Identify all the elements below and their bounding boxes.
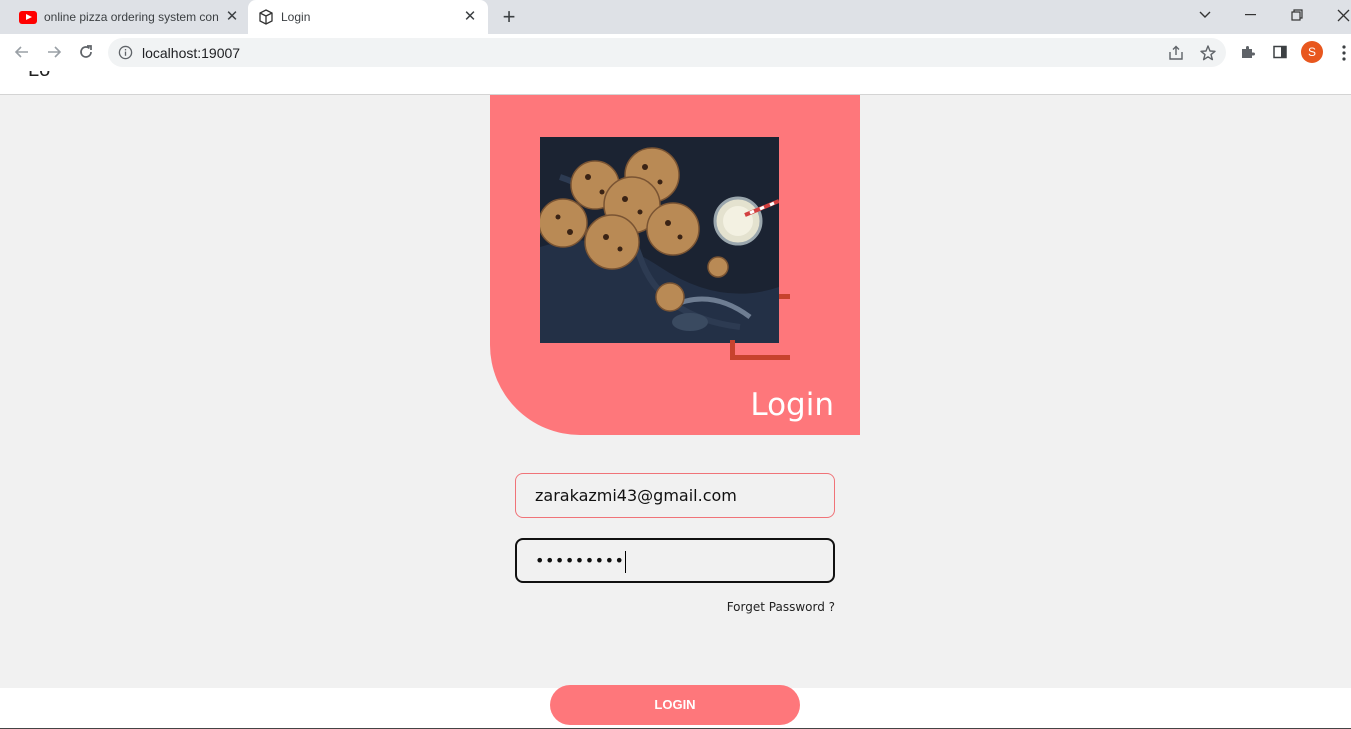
- puzzle-icon: [1242, 46, 1255, 58]
- cookies-photo: [540, 137, 779, 343]
- close-tab-icon[interactable]: ✕: [461, 8, 479, 26]
- tab-youtube[interactable]: online pizza ordering system con ✕: [8, 0, 246, 34]
- share-icon[interactable]: [1167, 44, 1185, 62]
- minimize-button[interactable]: [1237, 3, 1265, 27]
- extensions-button[interactable]: [1238, 42, 1258, 62]
- tab-title: online pizza ordering system con: [44, 10, 219, 24]
- email-field[interactable]: zarakazmi43@gmail.com: [515, 473, 835, 518]
- restore-icon: [1291, 9, 1303, 21]
- star-icon[interactable]: [1199, 44, 1217, 62]
- browser-tab-strip: online pizza ordering system con ✕ Login…: [0, 0, 1351, 34]
- text-caret: [625, 550, 627, 573]
- new-tab-button[interactable]: +: [498, 5, 520, 29]
- forward-button[interactable]: [42, 40, 66, 64]
- login-button[interactable]: LOGIN: [550, 685, 800, 725]
- tab-login[interactable]: Login ✕: [248, 0, 488, 34]
- close-tab-icon[interactable]: ✕: [223, 8, 241, 26]
- login-hero-card: Login: [490, 95, 860, 435]
- cube-icon: [259, 9, 273, 25]
- email-value: zarakazmi43@gmail.com: [535, 486, 737, 505]
- password-value: •••••••••: [535, 551, 625, 570]
- page-header-text: Lo: [28, 71, 50, 82]
- reload-button[interactable]: [74, 40, 98, 64]
- decorative-bracket: [730, 355, 790, 360]
- url-text: localhost:19007: [142, 45, 241, 61]
- youtube-icon: [19, 10, 37, 24]
- tab-search-button[interactable]: [1191, 3, 1219, 27]
- tab-title: Login: [281, 10, 311, 24]
- decorative-bracket: [779, 294, 790, 299]
- restore-button[interactable]: [1283, 3, 1311, 27]
- close-window-button[interactable]: [1329, 3, 1351, 27]
- page-header: Lo: [0, 71, 1351, 95]
- minimize-icon: [1245, 14, 1256, 16]
- arrow-left-icon: [14, 46, 28, 58]
- hero-title: Login: [750, 387, 834, 423]
- profile-avatar[interactable]: S: [1301, 41, 1323, 63]
- info-icon[interactable]: [118, 45, 133, 60]
- side-panel-icon: [1273, 45, 1287, 59]
- side-panel-button[interactable]: [1270, 42, 1290, 62]
- back-button[interactable]: [10, 40, 34, 64]
- chevron-down-icon: [1199, 11, 1211, 18]
- close-icon: [1337, 9, 1349, 21]
- password-field[interactable]: •••••••••: [515, 538, 835, 583]
- more-menu-icon[interactable]: [1337, 43, 1351, 63]
- browser-toolbar: localhost:19007 S: [0, 34, 1351, 71]
- forget-password-link[interactable]: Forget Password ?: [727, 600, 835, 614]
- address-bar[interactable]: localhost:19007: [108, 38, 1226, 67]
- reload-icon: [80, 45, 92, 58]
- arrow-right-icon: [48, 46, 62, 58]
